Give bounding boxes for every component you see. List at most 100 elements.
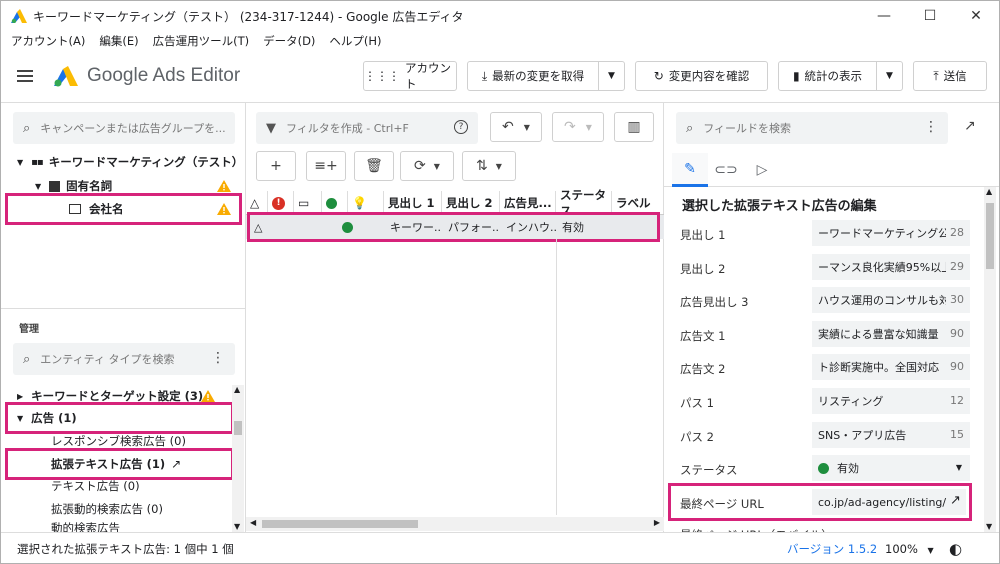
chevron-down-icon: ▼	[585, 122, 592, 132]
menu-bar: アカウント(A) 編集(E) 広告運用ツール(T) データ(D) ヘルプ(H)	[1, 31, 396, 51]
data-grid-pane: ▼ フィルタを作成 - Ctrl+F ? ↶ ▼ ↷ ▼ ▥ + ≡+ 🗑 ⟳ ▼ ⇅…	[246, 102, 664, 532]
status-label: ステータス	[680, 463, 738, 477]
edit-scrollbar[interactable]: ▲ ▼	[984, 187, 996, 533]
chevron-down-icon[interactable]: ▼	[986, 522, 992, 531]
tab-link[interactable]: ⊂⊃	[708, 153, 744, 187]
headline3-field[interactable]: ハウス運用のコンサルも対応 30	[812, 287, 970, 313]
path1-field[interactable]: リスティング 12	[812, 388, 970, 414]
entity-search[interactable]: ⌕ エンティティ タイプを検索 ⋮	[13, 343, 235, 375]
description1-field[interactable]: 実績による豊富な知識量 90	[812, 321, 970, 347]
tab-edit[interactable]: ✎	[672, 153, 708, 187]
columns-button[interactable]: ▥	[614, 112, 654, 142]
chevron-up-icon[interactable]: ▲	[986, 187, 992, 196]
title-bar: キーワードマーケティング（テスト） (234-317-1244) - Googl…	[1, 1, 999, 31]
menu-tools[interactable]: 広告運用ツール(T)	[153, 33, 250, 49]
edit-tabs: ✎ ⊂⊃ ▷	[664, 153, 999, 187]
status-dot-icon	[326, 197, 337, 209]
error-icon: !	[272, 196, 285, 210]
caret-down-icon: ▼	[17, 157, 24, 167]
refresh-icon: ↻	[653, 69, 664, 83]
scrollbar-thumb[interactable]	[262, 520, 418, 528]
google-ads-logo-icon	[54, 66, 78, 87]
add-button[interactable]: +	[256, 151, 296, 181]
menu-data[interactable]: データ(D)	[263, 33, 315, 49]
get-changes-button[interactable]: ⤓ 最新の変更を取得 ▼	[467, 61, 625, 91]
lightbulb-icon: 💡	[352, 196, 367, 210]
search-icon: ⌕	[23, 120, 31, 136]
comment-icon: ▭	[298, 196, 310, 210]
chevron-down-icon[interactable]: ▼	[876, 62, 902, 90]
redo-button[interactable]: ↷ ▼	[552, 112, 604, 142]
columns-icon: ▥	[627, 119, 641, 135]
campaign-search[interactable]: ⌕ キャンペーンまたは広告グループを...	[13, 112, 235, 144]
send-button[interactable]: ⤒ 送信	[913, 61, 987, 91]
help-icon[interactable]: ?	[454, 120, 468, 134]
hamburger-menu-icon[interactable]	[17, 67, 33, 85]
chevron-down-icon: ▼	[523, 122, 530, 132]
version-link[interactable]: バージョン 1.5.2	[787, 541, 877, 557]
link-icon: ⊂⊃	[714, 162, 738, 178]
chevron-down-icon[interactable]: ▼	[598, 62, 624, 90]
chevron-down-icon: ▼	[495, 161, 502, 171]
chevron-up-icon[interactable]: ▲	[234, 385, 240, 394]
path2-field[interactable]: SNS・アプリ広告 15	[812, 422, 970, 448]
chevron-down-icon: ▼	[955, 463, 962, 472]
field-label: パス 1	[680, 396, 714, 410]
close-button[interactable]: ✕	[953, 1, 999, 31]
more-vert-icon[interactable]: ⋮	[924, 119, 938, 135]
status-select[interactable]: 有効 ▼	[812, 455, 970, 481]
entity-dynamic[interactable]: 動的検索広告	[51, 520, 120, 532]
pane-divider[interactable]	[1, 308, 246, 309]
scrollbar-thumb[interactable]	[986, 203, 994, 269]
add-multiple-button[interactable]: ≡+	[306, 151, 346, 181]
field-search[interactable]: ⌕ フィールドを検索 ⋮	[676, 112, 948, 144]
entity-text[interactable]: テキスト広告 (0)	[51, 475, 140, 497]
field-label: 広告文 1	[680, 329, 726, 343]
chevron-down-icon[interactable]: ▼	[234, 522, 240, 531]
column-divider	[556, 239, 557, 515]
entity-scrollbar[interactable]: ▲ ▼	[232, 385, 244, 533]
replace-button[interactable]: ⟳ ▼	[400, 151, 454, 181]
zoom-select[interactable]: 100% ▼	[885, 542, 934, 556]
upload-icon: ⤒	[933, 68, 939, 83]
tree-account[interactable]: ▼ ▪▪ キーワードマーケティング（テスト）	[17, 151, 243, 173]
menu-account[interactable]: アカウント(A)	[11, 33, 85, 49]
maximize-button[interactable]: ☐	[907, 1, 953, 31]
horizontal-scrollbar[interactable]: ◀ ▶	[246, 517, 664, 531]
tab-label[interactable]: ▷	[744, 153, 780, 187]
undo-icon: ↶	[502, 119, 514, 135]
field-label: 広告見出し 3	[680, 295, 749, 309]
find-replace-icon: ⟳	[414, 158, 426, 174]
highlight-final-url	[668, 483, 972, 521]
app-header: Google Ads Editor ⋮⋮⋮ アカウント ⤓ 最新の変更を取得 ▼…	[1, 51, 999, 101]
show-stats-button[interactable]: ▮ 統計の表示 ▼	[778, 61, 903, 91]
review-changes-button[interactable]: ↻ 変更内容を確認	[635, 61, 768, 91]
minimize-button[interactable]: —	[861, 1, 907, 31]
chevron-left-icon[interactable]: ◀	[250, 518, 256, 527]
more-vert-icon[interactable]: ⋮	[211, 350, 225, 366]
brightness-icon[interactable]: ◐	[949, 540, 962, 558]
entity-dsa[interactable]: 拡張動的検索広告 (0)	[51, 498, 163, 520]
highlight-adgroup	[5, 193, 242, 225]
undo-button[interactable]: ↶ ▼	[490, 112, 542, 142]
headline1-field[interactable]: ーワードマーケティング公式 28	[812, 220, 970, 246]
caret-right-icon: ▶	[17, 391, 24, 401]
headline2-field[interactable]: ーマンス良化実績95%以上 29	[812, 254, 970, 280]
filter-input[interactable]: ▼ フィルタを作成 - Ctrl+F ?	[256, 112, 478, 144]
account-button[interactable]: ⋮⋮⋮ アカウント	[363, 61, 457, 91]
description2-field[interactable]: ト診断実施中。全国対応 90	[812, 354, 970, 380]
account-tree-pane: ⌕ キャンペーンまたは広告グループを... ▼ ▪▪ キーワードマーケティング（…	[1, 102, 246, 533]
pencil-icon: ✎	[684, 160, 696, 177]
warning-icon	[217, 180, 231, 192]
search-icon: ⌕	[23, 351, 31, 367]
open-in-new-icon[interactable]: ↗	[964, 118, 976, 134]
menu-help[interactable]: ヘルプ(H)	[329, 33, 381, 49]
manage-label: 管理	[19, 324, 39, 335]
chevron-right-icon[interactable]: ▶	[654, 518, 660, 527]
playlist-add-icon: ≡+	[314, 158, 338, 174]
caret-down-icon: ▼	[35, 181, 42, 191]
delete-button[interactable]: 🗑	[354, 151, 394, 181]
scrollbar-thumb[interactable]	[234, 421, 242, 435]
menu-edit[interactable]: 編集(E)	[99, 33, 138, 49]
sort-button[interactable]: ⇅ ▼	[462, 151, 516, 181]
